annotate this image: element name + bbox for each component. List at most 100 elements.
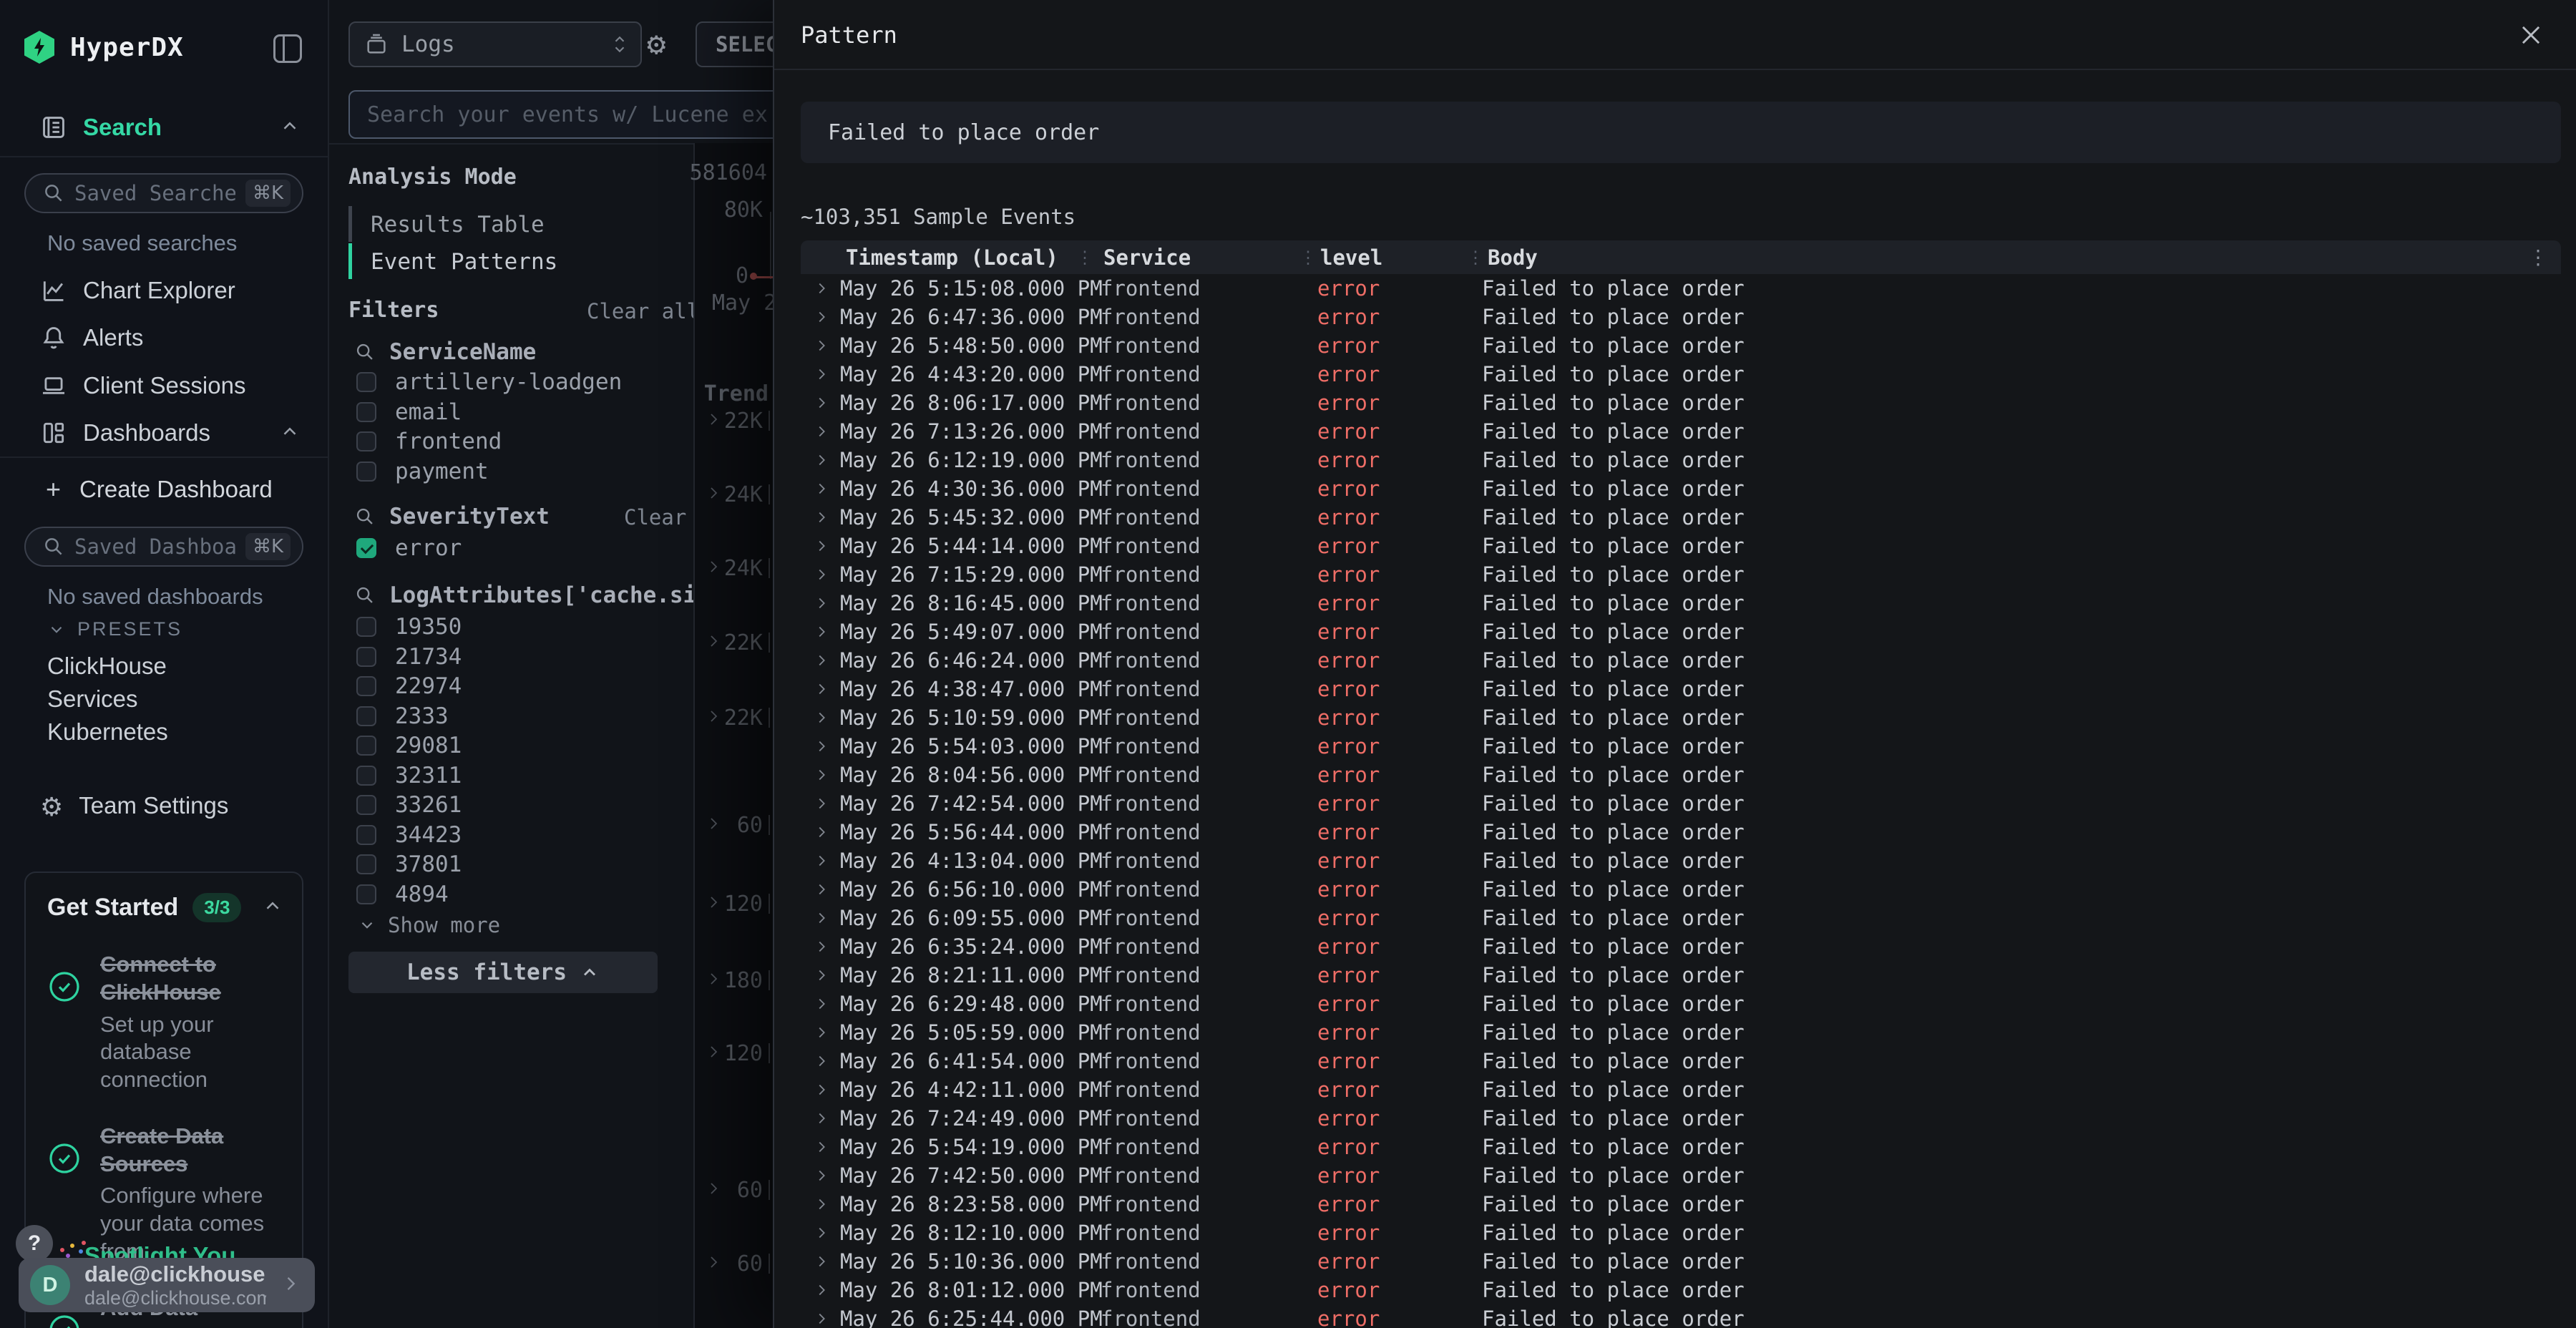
filter-option[interactable]: payment xyxy=(356,457,489,486)
trend-row[interactable]: 120 xyxy=(695,889,773,918)
event-row[interactable]: May 26 8:16:45.000 PM frontend error Fai… xyxy=(801,589,2561,617)
row-expand-chevron-icon[interactable] xyxy=(814,681,829,697)
create-dashboard-button[interactable]: + Create Dashboard xyxy=(0,474,329,505)
row-expand-chevron-icon[interactable] xyxy=(814,824,829,840)
event-row[interactable]: May 26 7:13:26.000 PM frontend error Fai… xyxy=(801,417,2561,446)
event-row[interactable]: May 26 5:54:03.000 PM frontend error Fai… xyxy=(801,732,2561,761)
expand-chevron-icon[interactable] xyxy=(705,970,722,990)
event-row[interactable]: May 26 5:56:44.000 PM frontend error Fai… xyxy=(801,818,2561,846)
row-expand-chevron-icon[interactable] xyxy=(814,710,829,726)
checkbox-checked[interactable] xyxy=(356,538,376,558)
row-expand-chevron-icon[interactable] xyxy=(814,395,829,411)
preset-item[interactable]: Kubernetes xyxy=(0,716,329,748)
expand-chevron-icon[interactable] xyxy=(705,708,722,728)
event-search-box[interactable] xyxy=(348,90,773,139)
event-row[interactable]: May 26 6:29:48.000 PM frontend error Fai… xyxy=(801,990,2561,1018)
event-row[interactable]: May 26 8:04:56.000 PM frontend error Fai… xyxy=(801,761,2561,789)
filter-option[interactable]: 29081 xyxy=(356,731,462,760)
row-expand-chevron-icon[interactable] xyxy=(814,1025,829,1040)
checkbox[interactable] xyxy=(356,884,376,904)
row-expand-chevron-icon[interactable] xyxy=(814,767,829,783)
row-expand-chevron-icon[interactable] xyxy=(814,1053,829,1069)
row-expand-chevron-icon[interactable] xyxy=(814,624,829,640)
row-expand-chevron-icon[interactable] xyxy=(814,738,829,754)
event-row[interactable]: May 26 7:15:29.000 PM frontend error Fai… xyxy=(801,560,2561,589)
event-search-input[interactable] xyxy=(367,102,773,127)
row-expand-chevron-icon[interactable] xyxy=(814,1196,829,1212)
row-expand-chevron-icon[interactable] xyxy=(814,424,829,439)
filter-option[interactable]: 4894 xyxy=(356,880,449,909)
event-row[interactable]: May 26 5:44:14.000 PM frontend error Fai… xyxy=(801,532,2561,560)
trend-row[interactable]: 60 xyxy=(695,1176,773,1204)
sidebar-item-alerts[interactable]: Alerts xyxy=(0,322,329,353)
row-expand-chevron-icon[interactable] xyxy=(814,309,829,325)
column-header-timestamp[interactable]: Timestamp (Local) xyxy=(846,240,1058,274)
row-expand-chevron-icon[interactable] xyxy=(814,338,829,353)
event-row[interactable]: May 26 7:24:49.000 PM frontend error Fai… xyxy=(801,1104,2561,1133)
row-expand-chevron-icon[interactable] xyxy=(814,1225,829,1241)
row-expand-chevron-icon[interactable] xyxy=(814,452,829,468)
event-row[interactable]: May 26 4:43:20.000 PM frontend error Fai… xyxy=(801,360,2561,389)
row-expand-chevron-icon[interactable] xyxy=(814,653,829,668)
clear-all-link[interactable]: Clear all xyxy=(587,299,699,323)
event-row[interactable]: May 26 4:13:04.000 PM frontend error Fai… xyxy=(801,846,2561,875)
row-expand-chevron-icon[interactable] xyxy=(814,1168,829,1183)
close-icon[interactable] xyxy=(2517,21,2545,49)
event-row[interactable]: May 26 8:23:58.000 PM frontend error Fai… xyxy=(801,1190,2561,1219)
row-expand-chevron-icon[interactable] xyxy=(814,280,829,296)
search-icon[interactable] xyxy=(355,342,375,362)
column-header-level[interactable]: level xyxy=(1320,240,1382,274)
saved-searches-search[interactable]: ⌘K xyxy=(24,173,303,213)
chevron-up-icon[interactable] xyxy=(262,895,283,920)
event-row[interactable]: May 26 7:42:54.000 PM frontend error Fai… xyxy=(801,789,2561,818)
event-row[interactable]: May 26 6:25:44.000 PM frontend error Fai… xyxy=(801,1304,2561,1328)
saved-dashboards-search[interactable]: ⌘K xyxy=(24,527,303,567)
expand-chevron-icon[interactable] xyxy=(705,411,722,431)
event-row[interactable]: May 26 4:30:36.000 PM frontend error Fai… xyxy=(801,474,2561,503)
row-expand-chevron-icon[interactable] xyxy=(814,1082,829,1098)
event-row[interactable]: May 26 5:15:08.000 PM frontend error Fai… xyxy=(801,274,2561,303)
row-expand-chevron-icon[interactable] xyxy=(814,1254,829,1269)
event-row[interactable]: May 26 7:42:50.000 PM frontend error Fai… xyxy=(801,1161,2561,1190)
trend-row[interactable]: 120 xyxy=(695,1039,773,1068)
column-resize-handle[interactable]: ⋮ xyxy=(1299,248,1317,268)
event-row[interactable]: May 26 8:12:10.000 PM frontend error Fai… xyxy=(801,1219,2561,1247)
expand-chevron-icon[interactable] xyxy=(705,894,722,914)
row-expand-chevron-icon[interactable] xyxy=(814,567,829,582)
event-row[interactable]: May 26 5:10:36.000 PM frontend error Fai… xyxy=(801,1247,2561,1276)
row-expand-chevron-icon[interactable] xyxy=(814,366,829,382)
row-expand-chevron-icon[interactable] xyxy=(814,538,829,554)
event-row[interactable]: May 26 6:56:10.000 PM frontend error Fai… xyxy=(801,875,2561,904)
expand-chevron-icon[interactable] xyxy=(705,558,722,578)
row-expand-chevron-icon[interactable] xyxy=(814,996,829,1012)
trend-row[interactable]: 22K xyxy=(695,406,773,435)
trend-row[interactable]: 24K xyxy=(695,554,773,582)
source-settings-gear-icon[interactable]: ⚙ xyxy=(647,26,684,63)
row-expand-chevron-icon[interactable] xyxy=(814,1311,829,1327)
event-row[interactable]: May 26 5:54:19.000 PM frontend error Fai… xyxy=(801,1133,2561,1161)
table-options-kebab-icon[interactable]: ⋮ xyxy=(2528,245,2548,269)
column-resize-handle[interactable]: ⋮ xyxy=(1076,248,1093,268)
row-expand-chevron-icon[interactable] xyxy=(814,910,829,926)
saved-searches-input[interactable] xyxy=(74,181,235,205)
checkbox[interactable] xyxy=(356,676,376,696)
filter-option[interactable]: 2333 xyxy=(356,702,449,731)
less-filters-button[interactable]: Less filters xyxy=(348,952,658,993)
expand-chevron-icon[interactable] xyxy=(705,815,722,835)
sidebar-collapse-icon[interactable] xyxy=(273,34,302,63)
filter-option[interactable]: 34423 xyxy=(356,821,462,849)
event-row[interactable]: May 26 5:48:50.000 PM frontend error Fai… xyxy=(801,331,2561,360)
sidebar-item-dashboards[interactable]: Dashboards xyxy=(0,417,329,449)
row-expand-chevron-icon[interactable] xyxy=(814,1139,829,1155)
row-expand-chevron-icon[interactable] xyxy=(814,796,829,811)
user-menu[interactable]: D dale@clickhouse.com dale@clickhouse.co… xyxy=(19,1258,315,1312)
presets-toggle[interactable]: PRESETS xyxy=(47,618,182,640)
event-row[interactable]: May 26 8:01:12.000 PM frontend error Fai… xyxy=(801,1276,2561,1304)
trend-row[interactable]: 22K xyxy=(695,628,773,657)
row-expand-chevron-icon[interactable] xyxy=(814,939,829,954)
checkbox[interactable] xyxy=(356,372,376,392)
get-started-item[interactable]: Connect to ClickHouse Set up your databa… xyxy=(47,951,283,1094)
checkbox[interactable] xyxy=(356,766,376,786)
help-button[interactable]: ? xyxy=(16,1225,53,1262)
search-icon[interactable] xyxy=(355,507,375,527)
